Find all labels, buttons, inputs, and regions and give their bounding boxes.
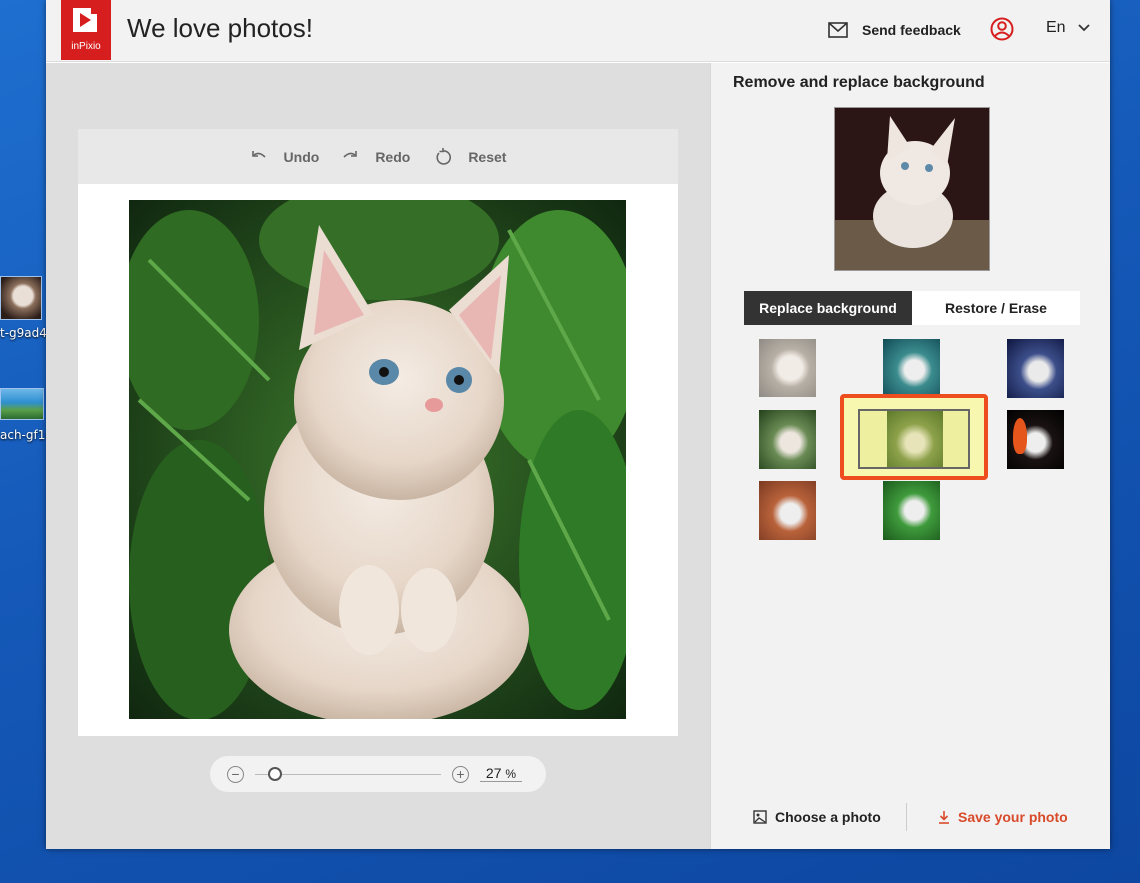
- zoom-slider-track[interactable]: [255, 774, 441, 775]
- zoom-in-button[interactable]: +: [452, 766, 469, 783]
- language-label: En: [1046, 19, 1066, 36]
- background-option-teal[interactable]: [883, 339, 940, 395]
- download-icon: [939, 811, 949, 824]
- reset-label: Reset: [468, 148, 507, 165]
- flame-shape: [1013, 418, 1027, 454]
- undo-icon: [251, 150, 266, 158]
- sidebar-footer: Choose a photo Save your photo: [711, 789, 1110, 849]
- tab-replace-background[interactable]: Replace background: [744, 291, 912, 325]
- zoom-slider-handle[interactable]: [268, 767, 282, 781]
- choose-photo-button[interactable]: Choose a photo: [753, 809, 881, 825]
- background-sidebar: Remove and replace background Replace ba…: [710, 63, 1110, 849]
- chevron-down-icon: [1077, 24, 1090, 32]
- background-option-green-foliage[interactable]: [883, 481, 940, 540]
- zoom-value-input[interactable]: 27 %: [480, 765, 522, 782]
- language-selector[interactable]: En: [1046, 19, 1090, 37]
- tab-restore-erase[interactable]: Restore / Erase: [912, 291, 1080, 325]
- kitten-preview-image: [835, 108, 989, 270]
- footer-divider: [906, 803, 907, 831]
- desktop-thumbnail: [0, 276, 42, 320]
- inpixio-logo[interactable]: inPixio: [61, 0, 111, 60]
- edit-toolbar: Undo Redo Reset: [78, 129, 678, 184]
- choose-photo-label: Choose a photo: [775, 809, 881, 825]
- background-option-brick[interactable]: [759, 481, 816, 540]
- app-title: We love photos!: [127, 13, 313, 43]
- undo-button[interactable]: Undo: [250, 148, 320, 166]
- save-photo-button[interactable]: Save your photo: [938, 809, 1068, 825]
- redo-button[interactable]: Redo: [341, 148, 410, 166]
- desktop-icon-label: t-g9ad4: [0, 326, 47, 340]
- background-option-starry-blue[interactable]: [1007, 339, 1064, 398]
- selected-thumbnail: [887, 411, 943, 467]
- play-logo-icon: [73, 8, 97, 32]
- reset-button[interactable]: Reset: [434, 147, 507, 166]
- zoom-unit: %: [505, 767, 517, 781]
- image-icon: [753, 810, 767, 824]
- zoom-out-button[interactable]: −: [227, 766, 244, 783]
- original-preview: [834, 107, 990, 271]
- sidebar-title: Remove and replace background: [733, 74, 985, 91]
- editor-area: Undo Redo Reset − + 27 %: [46, 63, 710, 849]
- app-header: inPixio We love photos! Send feedback En: [46, 0, 1110, 62]
- undo-label: Undo: [283, 148, 320, 165]
- canvas-card: Undo Redo Reset: [78, 129, 678, 736]
- background-option-jungle: [858, 409, 970, 469]
- zoom-value: 27: [485, 765, 502, 781]
- user-account-icon[interactable]: [990, 17, 1014, 41]
- zoom-control: − + 27 %: [210, 756, 546, 792]
- sidebar-tabs: Replace background Restore / Erase: [744, 291, 1080, 325]
- save-photo-label: Save your photo: [958, 809, 1068, 825]
- background-option-fire[interactable]: [1007, 410, 1064, 469]
- redo-icon: [343, 150, 358, 158]
- edited-photo[interactable]: [129, 200, 626, 719]
- app-window: inPixio We love photos! Send feedback En: [46, 0, 1110, 849]
- reset-icon: [436, 147, 452, 165]
- kitten-jungle-image: [129, 200, 626, 719]
- background-option-selected-frame[interactable]: [840, 394, 988, 480]
- envelope-icon: [828, 22, 848, 38]
- logo-text: inPixio: [71, 41, 101, 52]
- desktop-thumbnail: [0, 388, 44, 420]
- background-option-green-garden[interactable]: [759, 410, 816, 469]
- send-feedback-label: Send feedback: [862, 22, 961, 38]
- send-feedback-button[interactable]: Send feedback: [828, 19, 961, 41]
- redo-label: Redo: [375, 148, 411, 165]
- background-option-original[interactable]: [759, 339, 816, 397]
